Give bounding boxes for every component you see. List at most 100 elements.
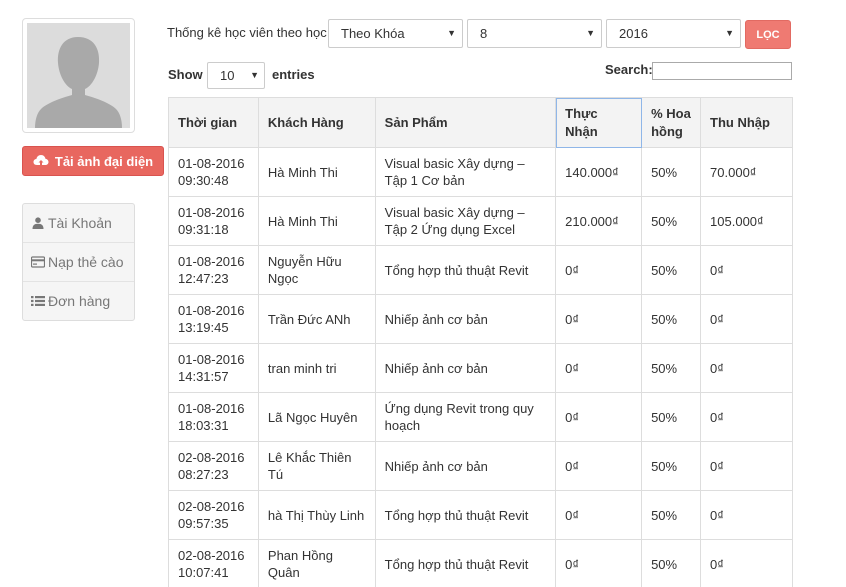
cell-received: 0₫ — [555, 392, 643, 442]
cell-time: 01-08-2016 09:30:48 — [168, 147, 259, 197]
menu-item-account[interactable]: Tài Khoản — [23, 204, 134, 243]
search-label: Search: — [605, 62, 653, 77]
cell-product: Visual basic Xây dựng – Tập 2 Ứng dụng E… — [374, 196, 557, 246]
menu-item-orders[interactable]: Đơn hàng — [23, 282, 134, 320]
entries-select[interactable]: 10 ▼ — [207, 62, 265, 89]
cell-commission: 50% — [641, 392, 702, 442]
table-row: 01-08-2016 12:47:23 Nguyễn Hữu Ngọc Tổng h… — [168, 245, 793, 295]
table-row: 01-08-2016 18:03:31 Lã Ngọc Huyên Ứng dụng… — [168, 392, 793, 442]
cell-commission: 50% — [641, 343, 702, 393]
cell-commission: 50% — [641, 294, 702, 344]
cell-time: 01-08-2016 14:31:57 — [168, 343, 259, 393]
menu-item-label: Đơn hàng — [48, 293, 111, 309]
credit-card-icon — [31, 256, 45, 268]
column-header-commission[interactable]: % Hoa hồng — [641, 97, 702, 148]
filter-button[interactable]: LỌC — [745, 20, 791, 49]
select-arrow-icon: ▼ — [250, 70, 259, 80]
cell-received: 0₫ — [555, 539, 643, 587]
cell-customer: Nguyễn Hữu Ngọc — [257, 245, 376, 295]
cell-customer: Hà Minh Thi — [257, 147, 376, 197]
select-arrow-icon: ▼ — [725, 28, 734, 38]
cell-time: 01-08-2016 18:03:31 — [168, 392, 259, 442]
menu-item-label: Nạp thẻ cào — [48, 254, 124, 270]
filter-month-value: 8 — [480, 26, 488, 41]
filter-year-select[interactable]: 2016 ▼ — [606, 19, 741, 48]
table-row: 01-08-2016 14:31:57 tran minh tri Nhiếp ản… — [168, 343, 793, 393]
table-row: 02-08-2016 09:57:35 hà Thị Thùy Linh Tổng … — [168, 490, 793, 540]
column-header-customer[interactable]: Khách Hàng — [257, 97, 376, 148]
cell-received: 140.000₫ — [555, 147, 643, 197]
cell-income: 0₫ — [700, 539, 793, 587]
cell-customer: hà Thị Thùy Linh — [257, 490, 376, 540]
cell-time: 02-08-2016 10:07:41 — [168, 539, 259, 587]
cell-income: 70.000₫ — [700, 147, 793, 197]
cell-customer: tran minh tri — [257, 343, 376, 393]
cell-time: 01-08-2016 09:31:18 — [168, 196, 259, 246]
cell-customer: Phan Hồng Quân — [257, 539, 376, 587]
select-arrow-icon: ▼ — [586, 28, 595, 38]
search-input[interactable] — [652, 62, 792, 80]
cell-received: 0₫ — [555, 490, 643, 540]
cell-time: 01-08-2016 12:47:23 — [168, 245, 259, 295]
filter-year-value: 2016 — [619, 26, 648, 41]
cell-received: 0₫ — [555, 343, 643, 393]
filter-label: Thống kê học viên theo học — [167, 25, 327, 40]
cell-customer: Lê Khắc Thiên Tú — [257, 441, 376, 491]
entries-label: entries — [272, 67, 315, 82]
cell-customer: Lã Ngọc Huyên — [257, 392, 376, 442]
cell-product: Nhiếp ảnh cơ bản — [374, 441, 557, 491]
cell-commission: 50% — [641, 196, 702, 246]
cell-income: 0₫ — [700, 294, 793, 344]
cell-product: Tổng hợp thủ thuật Revit — [374, 539, 557, 587]
menu-item-topup-card[interactable]: Nạp thẻ cào — [23, 243, 134, 282]
cell-income: 0₫ — [700, 245, 793, 295]
filter-month-select[interactable]: 8 ▼ — [467, 19, 602, 48]
column-header-time[interactable]: Thời gian — [168, 97, 259, 148]
user-icon — [32, 217, 44, 229]
cell-product: Nhiếp ảnh cơ bản — [374, 294, 557, 344]
table-row: 01-08-2016 09:31:18 Hà Minh Thi Visual bas… — [168, 196, 793, 246]
cell-product: Tổng hợp thủ thuật Revit — [374, 245, 557, 295]
cell-income: 0₫ — [700, 392, 793, 442]
cell-time: 02-08-2016 08:27:23 — [168, 441, 259, 491]
avatar — [22, 18, 135, 133]
cell-commission: 50% — [641, 245, 702, 295]
cell-product: Visual basic Xây dựng – Tập 1 Cơ bản — [374, 147, 557, 197]
cell-time: 01-08-2016 13:19:45 — [168, 294, 259, 344]
cell-product: Tổng hợp thủ thuật Revit — [374, 490, 557, 540]
cell-income: 0₫ — [700, 343, 793, 393]
cell-received: 0₫ — [555, 294, 643, 344]
list-icon — [31, 296, 45, 306]
cell-commission: 50% — [641, 490, 702, 540]
account-menu: Tài Khoản Nạp thẻ cào Đơn hàng — [22, 203, 135, 321]
table-row: 02-08-2016 08:27:23 Lê Khắc Thiên Tú Nhiếp… — [168, 441, 793, 491]
cell-income: 105.000₫ — [700, 196, 793, 246]
cell-commission: 50% — [641, 539, 702, 587]
filter-type-value: Theo Khóa — [341, 26, 405, 41]
show-label: Show — [168, 67, 203, 82]
table-row: 01-08-2016 13:19:45 Trần Đức ANh Nhiếp ảnh… — [168, 294, 793, 344]
upload-avatar-label: Tải ảnh đại diện — [54, 153, 154, 169]
menu-item-label: Tài Khoản — [48, 215, 112, 231]
cell-customer: Trần Đức ANh — [257, 294, 376, 344]
avatar-placeholder-icon — [27, 23, 130, 128]
cell-customer: Hà Minh Thi — [257, 196, 376, 246]
column-header-product[interactable]: Sản Phẩm — [374, 97, 557, 148]
cell-income: 0₫ — [700, 441, 793, 491]
cell-commission: 50% — [641, 441, 702, 491]
cell-time: 02-08-2016 09:57:35 — [168, 490, 259, 540]
cell-product: Nhiếp ảnh cơ bản — [374, 343, 557, 393]
cell-received: 210.000₫ — [555, 196, 643, 246]
column-header-received[interactable]: Thực Nhận — [555, 97, 643, 148]
select-arrow-icon: ▼ — [447, 28, 456, 38]
table-header-row: Thời gian Khách Hàng Sản Phẩm Thực Nhận … — [168, 97, 793, 148]
upload-avatar-button[interactable]: Tải ảnh đại diện — [22, 146, 164, 176]
entries-value: 10 — [220, 68, 235, 83]
filter-type-select[interactable]: Theo Khóa ▼ — [328, 19, 463, 48]
cell-product: Ứng dụng Revit trong quy hoạch — [374, 392, 557, 442]
cloud-upload-icon — [33, 155, 49, 167]
cell-commission: 50% — [641, 147, 702, 197]
table-row: 01-08-2016 09:30:48 Hà Minh Thi Visual bas… — [168, 147, 793, 197]
table-body: 01-08-2016 09:30:48 Hà Minh Thi Visual bas… — [168, 147, 793, 587]
column-header-income[interactable]: Thu Nhập — [700, 97, 793, 148]
